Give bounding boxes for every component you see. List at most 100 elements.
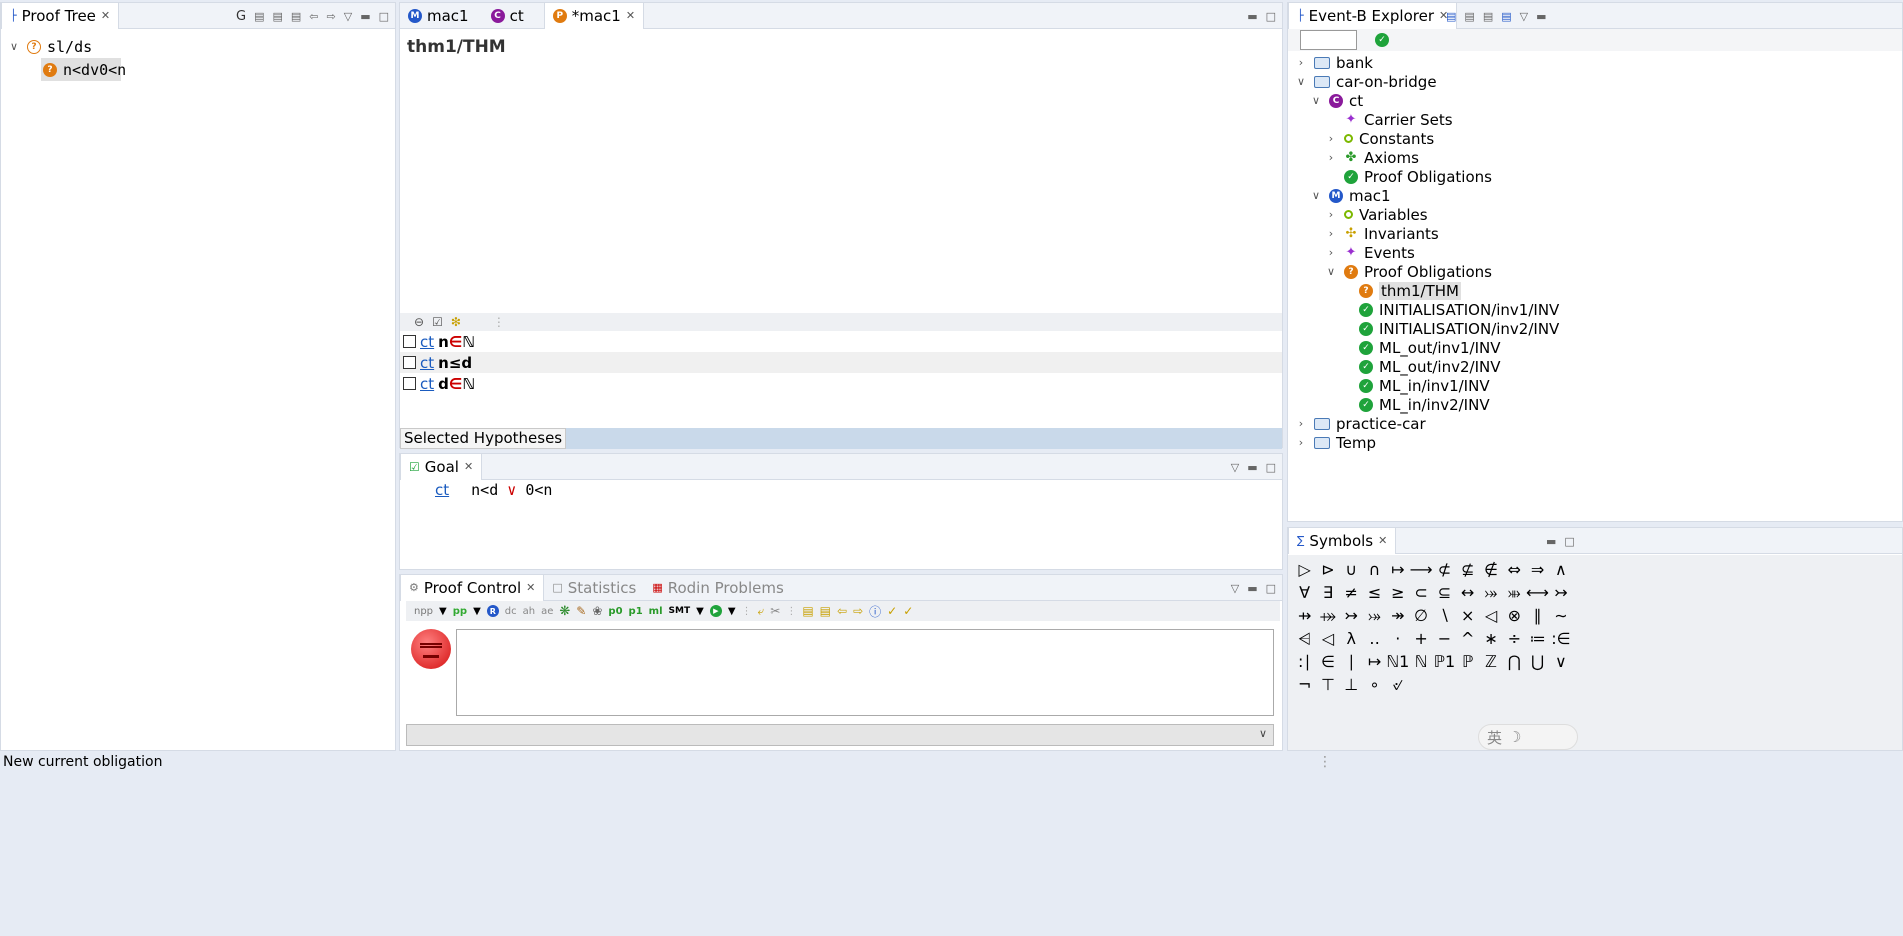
search-hyp-icon[interactable]: ▤ bbox=[802, 604, 813, 618]
explorer-filter-input[interactable] bbox=[1300, 30, 1357, 50]
cache-hyp-icon[interactable]: ▤ bbox=[820, 604, 831, 618]
explorer-item[interactable]: ? thm1/THM bbox=[1294, 281, 1902, 300]
close-icon[interactable]: ✕ bbox=[101, 9, 110, 22]
smt-button[interactable]: SMT bbox=[669, 606, 691, 616]
explorer-item[interactable]: ∨ car-on-bridge bbox=[1294, 72, 1902, 91]
symbol-button[interactable]: ⊈ bbox=[1456, 558, 1479, 581]
symbol-button[interactable]: ⊗ bbox=[1503, 604, 1526, 627]
chevron-right-icon[interactable]: › bbox=[1324, 227, 1338, 240]
symbol-button[interactable]: ∼ bbox=[1549, 604, 1572, 627]
lemma2-icon[interactable]: ✓ bbox=[903, 604, 913, 618]
tab-mac1[interactable]: Mmac1 bbox=[400, 3, 477, 29]
symbol-button[interactable]: ↦ bbox=[1363, 650, 1386, 673]
back-arrow-icon[interactable]: ⇦ bbox=[309, 10, 318, 23]
symbol-button[interactable]: ∉ bbox=[1479, 558, 1502, 581]
explorer-item[interactable]: ∨ Cct bbox=[1294, 91, 1902, 110]
symbol-button[interactable]: ↔ bbox=[1456, 581, 1479, 604]
explorer-item[interactable]: › ✤ Axioms bbox=[1294, 148, 1902, 167]
symbol-button[interactable]: ▷ bbox=[1293, 558, 1316, 581]
symbol-button[interactable]: :∣ bbox=[1293, 650, 1316, 673]
run-icon[interactable]: ▶ bbox=[709, 605, 722, 617]
view-menu-icon[interactable]: ▽ bbox=[1520, 10, 1528, 23]
tab-proof-tree[interactable]: ├ Proof Tree ✕ bbox=[1, 2, 120, 29]
previous-pending-icon[interactable]: ⇦ bbox=[837, 604, 847, 618]
dc-button[interactable]: dc bbox=[505, 606, 517, 617]
next-pending-icon[interactable]: ⇨ bbox=[853, 604, 863, 618]
ime-language-label[interactable]: 英 bbox=[1487, 727, 1502, 748]
symbol-button[interactable]: :∈ bbox=[1549, 627, 1572, 650]
new-component-icon[interactable]: ▤ bbox=[1483, 10, 1493, 23]
symbol-button[interactable]: ∧ bbox=[1549, 558, 1572, 581]
symbol-button[interactable]: ∃ bbox=[1316, 581, 1339, 604]
dropdown-arrow-icon[interactable]: ▼ bbox=[696, 606, 704, 617]
symbol-button[interactable]: ⇸ bbox=[1293, 604, 1316, 627]
ml-button[interactable]: ml bbox=[649, 606, 663, 617]
minimize-icon[interactable]: ▬ bbox=[1546, 535, 1556, 548]
chevron-right-icon[interactable]: › bbox=[1294, 436, 1308, 449]
tab-event-b-explorer[interactable]: ├ Event-B Explorer ✕ bbox=[1288, 2, 1458, 29]
symbol-button[interactable]: ℕ bbox=[1409, 650, 1432, 673]
symbol-button[interactable]: ୰ bbox=[1386, 673, 1409, 696]
symbol-button[interactable]: ⋃ bbox=[1526, 650, 1549, 673]
chevron-down-icon[interactable]: ∨ bbox=[1309, 189, 1323, 202]
chevron-down-icon[interactable]: ∨ bbox=[1259, 727, 1267, 740]
selected-hypotheses-tab[interactable]: Selected Hypotheses bbox=[400, 428, 567, 449]
explorer-item[interactable]: › Temp bbox=[1294, 433, 1902, 452]
symbol-button[interactable]: λ bbox=[1340, 627, 1363, 650]
minimize-icon[interactable]: ▬ bbox=[1247, 582, 1257, 595]
symbol-button[interactable]: ⊂ bbox=[1409, 581, 1432, 604]
symbol-button[interactable]: ⤖ bbox=[1479, 581, 1502, 604]
symbol-button[interactable]: ^ bbox=[1456, 627, 1479, 650]
symbol-button[interactable]: ⟶ bbox=[1409, 558, 1433, 581]
symbol-button[interactable]: ∣ bbox=[1340, 650, 1363, 673]
symbol-button[interactable]: ∩ bbox=[1363, 558, 1386, 581]
hypothesis-checkbox[interactable] bbox=[403, 356, 416, 369]
explorer-item[interactable]: ✓ INITIALISATION/inv1/INV bbox=[1294, 300, 1902, 319]
pp-button[interactable]: pp bbox=[453, 606, 467, 617]
symbol-button[interactable]: ∅ bbox=[1409, 604, 1432, 627]
view-menu-icon[interactable]: ▽ bbox=[1231, 461, 1239, 474]
view-menu-icon[interactable]: ▽ bbox=[1231, 582, 1239, 595]
symbol-button[interactable]: · bbox=[1386, 627, 1409, 650]
tab-rodin-problems[interactable]: ▦ Rodin Problems bbox=[644, 575, 791, 601]
chevron-right-icon[interactable]: › bbox=[1324, 208, 1338, 221]
explorer-item[interactable]: › Constants bbox=[1294, 129, 1902, 148]
hypothesis-source-link[interactable]: ct bbox=[420, 354, 434, 372]
symbol-button[interactable]: ⤀ bbox=[1316, 604, 1339, 627]
symbol-button[interactable]: ∈ bbox=[1316, 650, 1339, 673]
close-icon[interactable]: ✕ bbox=[626, 9, 635, 22]
close-icon[interactable]: ✕ bbox=[464, 460, 473, 473]
close-icon[interactable]: ✕ bbox=[1378, 534, 1387, 547]
chevron-right-icon[interactable]: › bbox=[1324, 132, 1338, 145]
symbol-button[interactable]: ⋂ bbox=[1503, 650, 1526, 673]
undo-icon[interactable]: ⤶ bbox=[758, 604, 765, 619]
explorer-item[interactable]: › ✦ Events bbox=[1294, 243, 1902, 262]
ae-button[interactable]: ae bbox=[541, 606, 553, 617]
chevron-down-icon[interactable]: ∨ bbox=[1309, 94, 1323, 107]
chevron-right-icon[interactable]: › bbox=[1294, 56, 1308, 69]
symbol-button[interactable]: ℤ bbox=[1479, 650, 1502, 673]
symbol-button[interactable]: ≔ bbox=[1526, 627, 1549, 650]
remove-hyp-icon[interactable]: ⊖ bbox=[414, 315, 424, 329]
symbol-button[interactable]: ∥ bbox=[1526, 604, 1549, 627]
symbol-button[interactable]: ≥ bbox=[1386, 581, 1409, 604]
symbol-button[interactable]: ⊥ bbox=[1340, 673, 1363, 696]
symbol-button[interactable]: ◁ bbox=[1479, 604, 1502, 627]
symbol-button[interactable]: ⊳ bbox=[1316, 558, 1339, 581]
explorer-item[interactable]: › bank bbox=[1294, 53, 1902, 72]
new-project-icon[interactable]: ▤ bbox=[1464, 10, 1474, 23]
symbol-button[interactable]: ∘ bbox=[1363, 673, 1386, 696]
explorer-item[interactable]: ✓ ML_in/inv1/INV bbox=[1294, 376, 1902, 395]
explorer-item[interactable]: › practice-car bbox=[1294, 414, 1902, 433]
info-icon[interactable]: ⓘ bbox=[869, 603, 881, 620]
symbol-button[interactable]: ∪ bbox=[1340, 558, 1363, 581]
symbol-button[interactable]: ⊤ bbox=[1316, 673, 1339, 696]
symbol-button[interactable]: ∖ bbox=[1433, 604, 1456, 627]
symbol-button[interactable]: ℕ1 bbox=[1386, 650, 1409, 673]
explorer-item[interactable]: ✓ ML_in/inv2/INV bbox=[1294, 395, 1902, 414]
invert-selection-icon[interactable]: ❇ bbox=[451, 315, 461, 329]
proof-tree-root[interactable]: ∨ ? sl/ds bbox=[7, 35, 389, 58]
minimize-icon[interactable]: ▬ bbox=[1247, 10, 1257, 23]
dropdown-arrow-icon[interactable]: ▼ bbox=[439, 606, 447, 617]
collapse-icon[interactable]: ▤ bbox=[254, 10, 264, 23]
